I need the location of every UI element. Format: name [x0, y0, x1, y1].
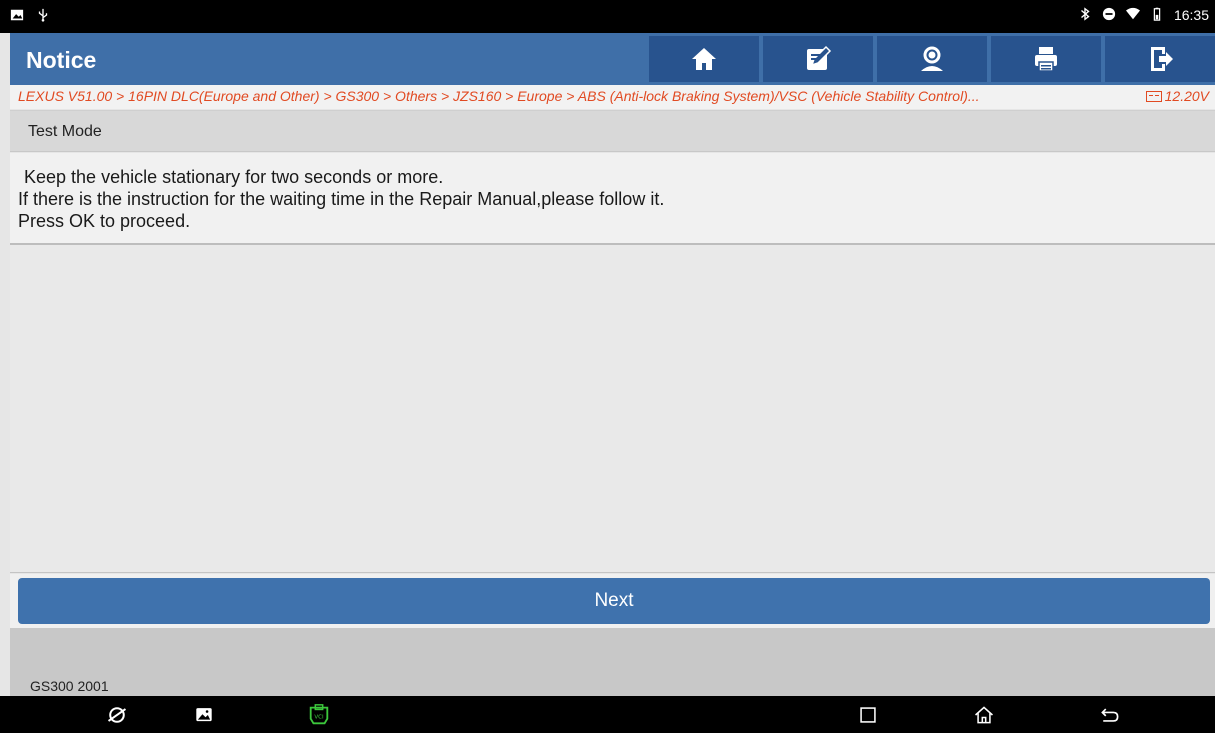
edit-report-button[interactable] [763, 36, 873, 82]
vci-icon[interactable]: VCI [306, 702, 332, 728]
title-bar: Notice [10, 33, 1215, 85]
remote-support-button[interactable] [877, 36, 987, 82]
svg-text:VCI: VCI [314, 715, 324, 721]
message-line: Press OK to proceed. [18, 211, 191, 231]
status-bar: 16:35 [0, 0, 1215, 33]
page-title: Notice [26, 47, 97, 73]
message-line: If there is the instruction for the wait… [18, 189, 665, 209]
screen: 16:35 Notice LEXUS V51.00 > 16PIN DLC(Eu… [0, 0, 1215, 733]
back-icon[interactable] [1097, 702, 1123, 728]
status-time: 16:35 [1173, 7, 1209, 23]
message-panel: Keep the vehicle stationary for two seco… [10, 153, 1215, 245]
content-area [10, 245, 1215, 573]
home-icon [692, 48, 716, 70]
edit-report-icon [807, 45, 832, 70]
next-button[interactable]: Next [18, 578, 1210, 624]
vehicle-info: GS300 2001 [30, 678, 109, 694]
wifi-icon [1125, 7, 1142, 23]
voltage-indicator: 12.20V [1145, 88, 1209, 104]
battery-icon [1150, 7, 1166, 23]
recent-apps-icon[interactable] [855, 702, 881, 728]
voltage-value: 12.20V [1164, 88, 1209, 104]
print-icon [1035, 47, 1057, 72]
exit-icon [1151, 47, 1173, 71]
home-nav-icon[interactable] [971, 702, 997, 728]
action-area: Next [10, 574, 1215, 628]
print-button[interactable] [991, 36, 1101, 82]
car-battery-icon [1145, 90, 1162, 102]
message-line: Keep the vehicle stationary for two seco… [24, 167, 444, 187]
section-header: Test Mode [10, 110, 1215, 152]
bluetooth-icon [1078, 7, 1094, 23]
gallery-icon [10, 8, 26, 24]
usb-icon [36, 8, 52, 24]
gallery-icon[interactable] [191, 702, 217, 728]
toolbar [649, 36, 1215, 82]
breadcrumb-path: LEXUS V51.00 > 16PIN DLC(Europe and Othe… [18, 88, 980, 104]
section-title: Test Mode [28, 123, 102, 140]
breadcrumb: LEXUS V51.00 > 16PIN DLC(Europe and Othe… [10, 85, 1215, 109]
navigation-bar: VCI [0, 696, 1215, 733]
home-button[interactable] [649, 36, 759, 82]
remote-support-icon [921, 46, 943, 71]
dnd-icon [1102, 7, 1118, 23]
footer: GS300 2001 [10, 628, 1215, 696]
exit-button[interactable] [1105, 36, 1215, 82]
browser-icon[interactable] [104, 702, 130, 728]
